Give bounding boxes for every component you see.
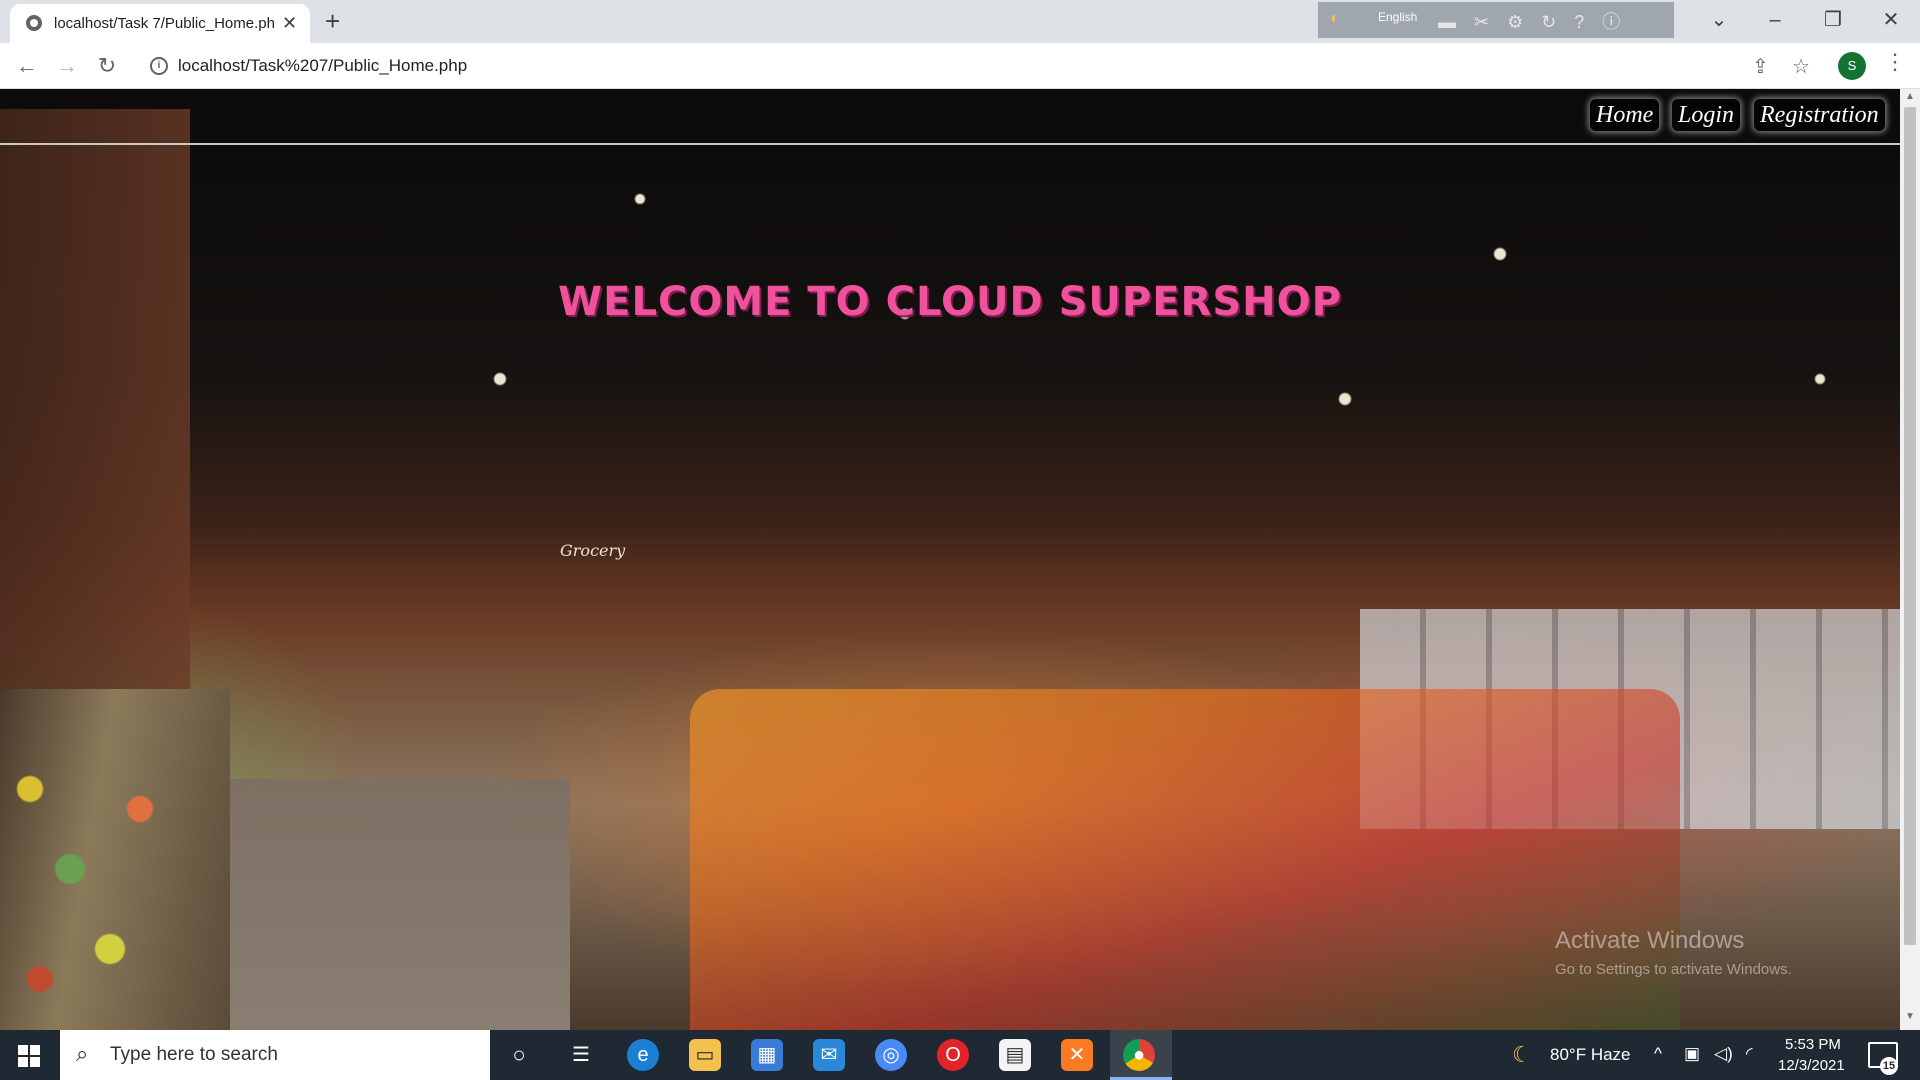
chromium-icon[interactable]: ◎ [875, 1039, 907, 1071]
notification-count-badge: 15 [1880, 1057, 1898, 1075]
tray-chevron-icon[interactable]: ^ [1654, 1044, 1662, 1064]
store-background-display [690, 689, 1680, 1030]
globe-icon [26, 15, 42, 31]
language-bar-tools-icon[interactable]: ▬✂⚙↻?ⓘ [1438, 8, 1638, 34]
tab-search-icon[interactable]: ⌄ [1696, 4, 1742, 36]
store-icon[interactable]: ▦ [751, 1039, 783, 1071]
address-bar[interactable]: i localhost/Task%207/Public_Home.php ⇪ ☆ [140, 48, 1810, 82]
weather-moon-icon[interactable]: ☾ [1512, 1042, 1532, 1068]
language-label[interactable]: English [1378, 10, 1417, 24]
store-background-produce [0, 749, 210, 1029]
file-explorer-icon[interactable]: ▭ [689, 1039, 721, 1071]
start-windows-icon[interactable] [18, 1045, 40, 1067]
tab-title: localhost/Task 7/Public_Home.ph [54, 15, 275, 32]
forward-icon[interactable]: → [52, 51, 82, 81]
search-icon: ⌕ [76, 1041, 89, 1066]
nav-login-link[interactable]: Login [1672, 99, 1741, 131]
profile-avatar[interactable]: S [1838, 52, 1866, 80]
clock-date[interactable]: 12/3/2021 [1778, 1057, 1845, 1074]
tab-strip: localhost/Task 7/Public_Home.ph ✕ + ◐ En… [0, 0, 1920, 43]
store-background-wall [0, 109, 190, 749]
nav-registration-link[interactable]: Registration [1754, 99, 1885, 131]
language-bar-logo-icon: ◐ [1330, 10, 1340, 27]
header-divider [0, 143, 1900, 145]
chrome-icon[interactable]: ● [1123, 1039, 1155, 1071]
weather-text[interactable]: 80°F Haze [1550, 1045, 1631, 1065]
nav-home-link[interactable]: Home [1590, 99, 1660, 131]
cortana-icon[interactable]: ○ [503, 1039, 535, 1071]
taskbar-search-box[interactable]: ⌕ Type here to search [60, 1030, 490, 1080]
language-bar: ◐ English ▬✂⚙↻?ⓘ [1318, 2, 1674, 38]
windows-taskbar: ⌕ Type here to search ○ ☰ e ▭ ▦ ✉ ◎ O ▤ … [0, 1030, 1920, 1080]
minimize-icon[interactable]: – [1752, 4, 1798, 36]
clock-time[interactable]: 5:53 PM [1785, 1036, 1841, 1053]
network-icon[interactable]: ▣ [1684, 1044, 1700, 1064]
page-viewport: Grocery Home Login Registration WELCOME … [0, 89, 1900, 1030]
activation-watermark-title: Activate Windows [1555, 927, 1745, 954]
back-icon[interactable]: ← [12, 51, 42, 81]
scroll-down-icon[interactable]: ▼ [1905, 1011, 1915, 1022]
edge-icon[interactable]: e [627, 1039, 659, 1071]
url-text[interactable]: localhost/Task%207/Public_Home.php [178, 56, 467, 76]
reload-icon[interactable]: ↻ [92, 51, 122, 81]
site-info-icon[interactable]: i [150, 57, 168, 75]
volume-icon[interactable]: ◁) [1714, 1044, 1733, 1064]
taskbar-search-placeholder: Type here to search [110, 1044, 278, 1065]
page-scrollbar[interactable]: ▲ ▼ [1900, 89, 1920, 1030]
new-tab-icon[interactable]: + [325, 6, 340, 36]
task-view-icon[interactable]: ☰ [565, 1039, 597, 1071]
scroll-up-icon[interactable]: ▲ [1905, 91, 1915, 102]
mail-icon[interactable]: ✉ [813, 1039, 845, 1071]
share-icon[interactable]: ⇪ [1752, 54, 1769, 79]
xampp-icon[interactable]: ✕ [1061, 1039, 1093, 1071]
wifi-icon[interactable]: ◜ [1746, 1044, 1753, 1064]
store-background-floor [230, 779, 570, 1030]
close-window-icon[interactable]: ✕ [1868, 4, 1914, 36]
browser-menu-icon[interactable]: ⋮ [1884, 49, 1906, 75]
browser-tab[interactable]: localhost/Task 7/Public_Home.ph ✕ [10, 4, 310, 43]
scroll-thumb[interactable] [1904, 107, 1916, 945]
welcome-heading: WELCOME TO CLOUD SUPERSHOP [558, 279, 1342, 325]
close-tab-icon[interactable]: ✕ [282, 12, 297, 34]
opera-icon[interactable]: O [937, 1039, 969, 1071]
bookmark-star-icon[interactable]: ☆ [1792, 54, 1810, 79]
grocery-sign: Grocery [560, 541, 626, 560]
activation-watermark-subtitle: Go to Settings to activate Windows. [1555, 961, 1792, 978]
browser-toolbar: ← → ↻ i localhost/Task%207/Public_Home.p… [0, 43, 1920, 89]
notepad-icon[interactable]: ▤ [999, 1039, 1031, 1071]
restore-icon[interactable]: ❐ [1810, 4, 1856, 36]
